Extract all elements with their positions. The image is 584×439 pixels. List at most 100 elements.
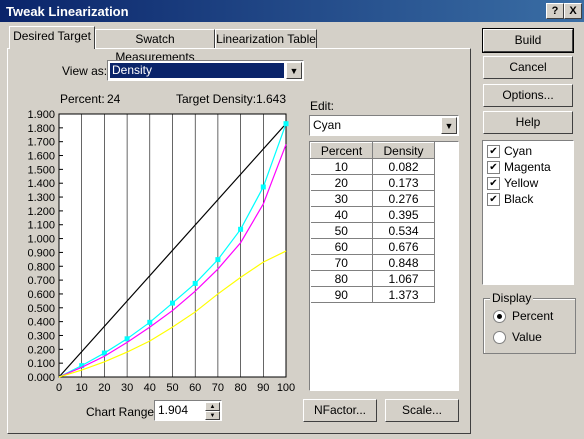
data-point-cyan[interactable] [170,300,175,306]
y-tick-label: 0.300 [27,330,55,342]
spin-down-icon[interactable]: ▼ [205,411,220,420]
percent-cell: 60 [310,238,373,255]
channel-label: Yellow [504,176,539,190]
density-cell[interactable]: 0.395 [372,206,435,223]
channel-item-yellow[interactable]: ✔ Yellow [487,176,569,192]
checkbox-icon[interactable]: ✔ [487,145,500,159]
density-cell[interactable]: 1.067 [372,270,435,287]
percent-cell: 20 [310,174,373,191]
checkbox-icon[interactable]: ✔ [487,193,500,207]
x-tick-label: 70 [212,382,224,394]
spin-up-icon[interactable]: ▲ [205,402,220,411]
chevron-down-icon[interactable]: ▼ [441,117,457,134]
x-tick-label: 0 [56,382,62,394]
table-row[interactable]: 40 0.395 [310,206,435,223]
y-tick-label: 1.700 [27,137,55,149]
edit-channel-select[interactable]: Cyan ▼ [309,115,459,136]
cancel-button[interactable]: Cancel [483,56,573,79]
chart-range-label: Chart Range: [86,405,158,419]
scale-button[interactable]: Scale... [385,399,459,422]
y-tick-label: 1.800 [27,123,55,135]
density-chart[interactable]: 0 10 20 30 40 50 60 70 80 90 100 0.000 0.100 0.200 0.3… [0,105,300,395]
view-as-label: View as: [62,64,108,78]
data-point-cyan[interactable] [283,121,289,127]
display-value-radio[interactable]: Value [493,330,542,345]
table-row[interactable]: 60 0.676 [310,238,435,255]
density-cell[interactable]: 0.676 [372,238,435,255]
percent-label: Percent: [60,92,105,106]
channel-item-magenta[interactable]: ✔ Magenta [487,160,569,176]
y-tick-label: 1.500 [27,164,55,176]
table-row[interactable]: 30 0.276 [310,190,435,207]
percent-cell: 40 [310,206,373,223]
data-point-cyan[interactable] [260,184,266,190]
density-cell[interactable]: 0.534 [372,222,435,239]
table-row[interactable]: 80 1.067 [310,270,435,287]
help-button[interactable]: Help [483,111,573,134]
y-tick-label: 1.300 [27,192,55,204]
data-point-cyan[interactable] [215,257,221,263]
checkbox-icon[interactable]: ✔ [487,177,500,191]
density-cell[interactable]: 0.848 [372,254,435,271]
edit-label: Edit: [310,99,335,113]
y-tick-label: 1.400 [27,178,55,190]
x-tick-label: 60 [189,382,201,394]
x-tick-label: 10 [76,382,88,394]
checkbox-icon[interactable]: ✔ [487,161,500,175]
data-point-cyan[interactable] [147,319,153,325]
x-tick-label: 90 [257,382,269,394]
nfactor-button[interactable]: NFactor... [303,399,377,422]
radio-unselected-icon[interactable] [493,331,506,345]
column-header-density: Density [372,142,435,159]
density-cell[interactable]: 0.082 [372,158,435,175]
y-tick-label: 0.700 [27,275,55,287]
data-point-cyan[interactable] [238,226,244,232]
channel-label: Magenta [504,160,551,174]
help-title-button[interactable]: ? [546,3,564,19]
density-cell[interactable]: 0.173 [372,174,435,191]
density-cell[interactable]: 1.373 [372,286,435,303]
display-percent-label: Percent [512,309,554,323]
percent-cell: 90 [310,286,373,303]
view-as-select[interactable]: Density ▼ [107,60,304,81]
density-table[interactable]: Percent Density 10 0.082 20 0.173 30 0.276 40 0… [309,141,459,391]
percent-cell: 30 [310,190,373,207]
x-tick-label: 20 [98,382,110,394]
percent-cell: 50 [310,222,373,239]
percent-cell: 10 [310,158,373,175]
options-button[interactable]: Options... [483,84,573,107]
table-row[interactable]: 70 0.848 [310,254,435,271]
chart-range-input[interactable]: 1.904 ▲ ▼ [154,400,222,421]
radio-selected-icon[interactable] [493,310,506,324]
channel-item-black[interactable]: ✔ Black [487,192,569,208]
column-header-percent: Percent [310,142,373,159]
y-tick-label: 0.800 [27,261,55,273]
tab-swatch-measurements[interactable]: Swatch Measurements [95,29,215,64]
tab-linearization-table[interactable]: Linearization Table [215,29,317,48]
table-row[interactable]: 20 0.173 [310,174,435,191]
y-tick-label: 0.400 [27,317,55,329]
close-icon[interactable]: X [564,3,582,19]
display-percent-radio[interactable]: Percent [493,309,554,324]
channel-label: Cyan [504,144,533,158]
build-button[interactable]: Build [482,28,574,53]
chevron-down-icon[interactable]: ▼ [286,62,302,79]
tab-desired-target[interactable]: Desired Target [9,26,95,49]
chart-range-value: 1.904 [158,403,189,417]
channel-item-cyan[interactable]: ✔ Cyan [487,144,569,160]
display-group-label: Display [490,291,534,305]
table-header-row: Percent Density [310,142,435,159]
y-tick-label: 1.600 [27,151,55,163]
x-tick-label: 50 [166,382,178,394]
y-tick-label: 0.500 [27,303,55,315]
x-tick-label: 100 [277,382,295,394]
table-row[interactable]: 50 0.534 [310,222,435,239]
channel-list[interactable]: ✔ Cyan ✔ Magenta ✔ Yellow ✔ Black [482,140,574,285]
y-tick-label: 1.000 [27,234,55,246]
x-tick-label: 40 [144,382,156,394]
table-row[interactable]: 10 0.082 [310,158,435,175]
table-row[interactable]: 90 1.373 [310,286,435,303]
y-tick-label: 0.000 [27,372,55,384]
data-point-cyan[interactable] [192,280,198,286]
density-cell[interactable]: 0.276 [372,190,435,207]
